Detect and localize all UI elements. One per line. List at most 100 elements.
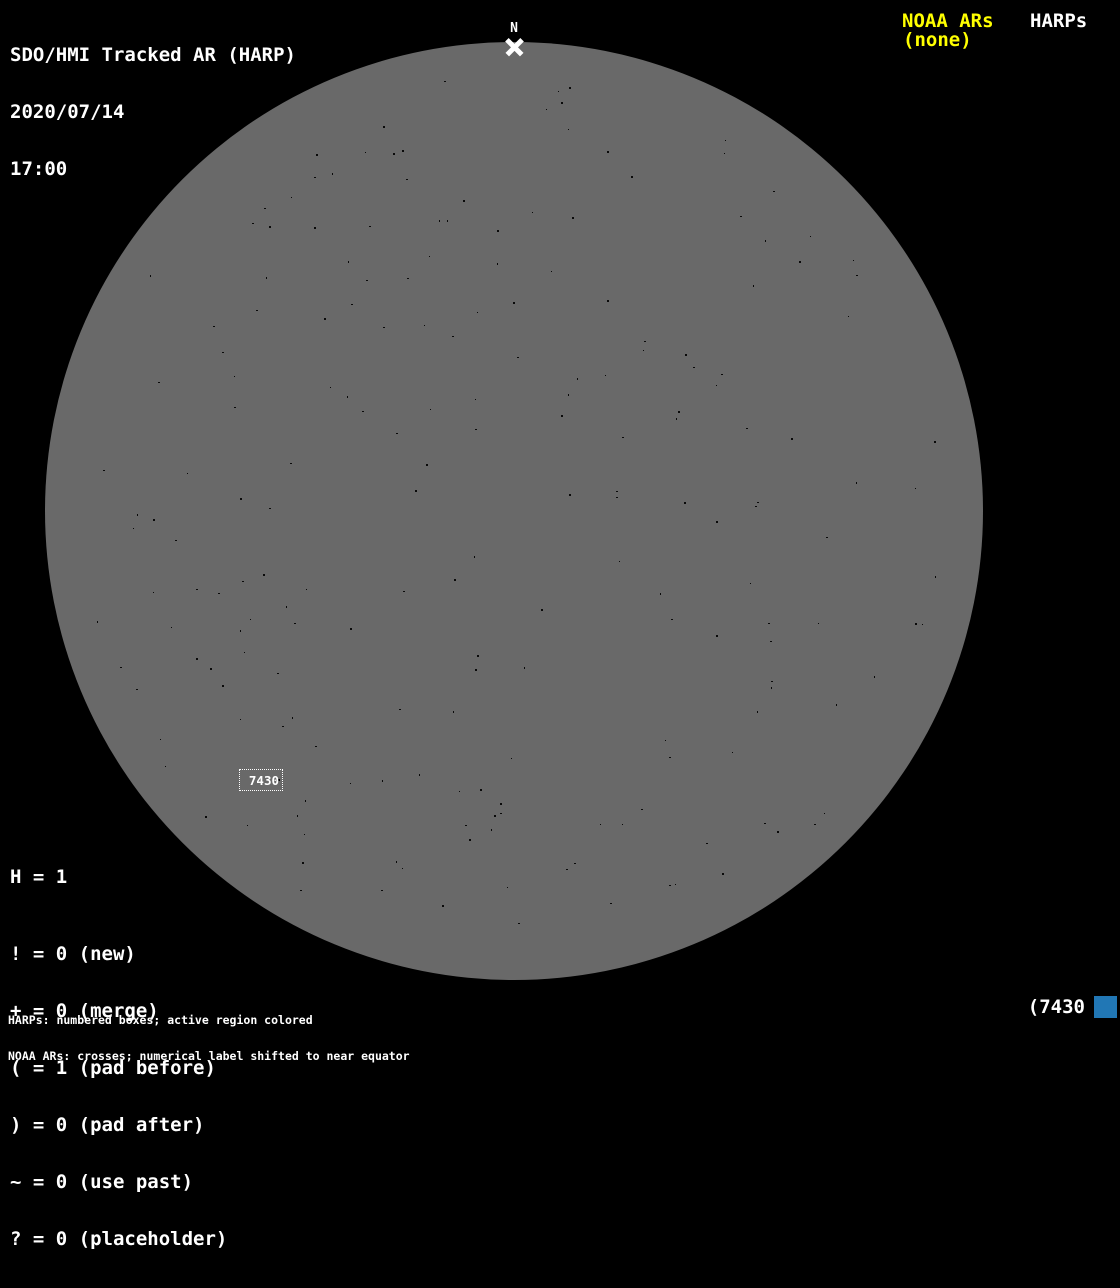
magnetic-speckle (218, 593, 220, 594)
magnetic-speckle (753, 285, 754, 287)
magnetic-speckle (205, 816, 207, 818)
magnetic-speckle (133, 528, 134, 529)
magnetic-speckle (561, 415, 563, 417)
observation-time: 17:00 (10, 158, 68, 180)
magnetic-speckle (480, 789, 482, 791)
legend-line-placeholder: ? = 0 (placeholder) (10, 1228, 228, 1250)
magnetic-speckle (396, 861, 397, 863)
magnetic-speckle (402, 150, 404, 152)
magnetic-speckle (716, 521, 718, 523)
magnetic-speckle (856, 275, 858, 276)
magnetic-speckle (757, 502, 759, 503)
magnetic-speckle (616, 497, 618, 498)
magnetic-speckle (814, 824, 816, 825)
magnetic-speckle (463, 200, 465, 202)
noaa-ars-none-value: (none) (903, 29, 972, 51)
harp-tracker-screen: { "header": { "title": "SDO/HMI Tracked … (0, 0, 1120, 1249)
magnetic-speckle (393, 153, 395, 155)
magnetic-speckle (294, 623, 296, 624)
magnetic-speckle (716, 385, 717, 386)
magnetic-speckle (600, 824, 601, 825)
magnetic-speckle (315, 746, 317, 747)
magnetic-speckle (777, 831, 779, 833)
magnetic-speckle (402, 868, 403, 869)
magnetic-speckle (222, 685, 224, 687)
magnetic-speckle (426, 464, 428, 466)
magnetic-speckle (175, 540, 177, 541)
magnetic-speckle (524, 667, 525, 669)
magnetic-speckle (607, 151, 609, 153)
magnetic-speckle (234, 376, 235, 377)
magnetic-speckle (474, 556, 475, 558)
magnetic-speckle (475, 399, 476, 400)
magnetic-speckle (469, 839, 471, 841)
harp-region-label: 7430 (248, 772, 279, 788)
magnetic-speckle (430, 409, 431, 410)
magnetic-speckle (770, 641, 772, 642)
magnetic-speckle (641, 809, 643, 810)
magnetic-speckle (366, 280, 368, 281)
magnetic-speckle (722, 873, 724, 875)
harps-caption: HARPs: numbered boxes; active region col… (8, 1013, 313, 1027)
magnetic-speckle (915, 623, 917, 625)
magnetic-speckle (643, 350, 644, 351)
magnetic-speckle (771, 687, 772, 689)
magnetic-speckle (494, 815, 496, 817)
magnetic-speckle (244, 652, 245, 653)
magnetic-speckle (442, 905, 444, 907)
magnetic-speckle (187, 473, 188, 474)
magnetic-speckle (383, 126, 385, 128)
magnetic-speckle (750, 583, 751, 584)
north-pole-marker: N (502, 22, 526, 57)
magnetic-speckle (616, 491, 618, 492)
magnetic-speckle (150, 275, 151, 277)
magnetic-speckle (256, 310, 258, 311)
magnetic-speckle (477, 655, 479, 657)
magnetic-speckle (765, 240, 766, 242)
magnetic-speckle (546, 109, 547, 110)
observation-date: 2020/07/14 (10, 101, 125, 123)
legend-line-new: ! = 0 (new) (10, 943, 136, 965)
magnetic-speckle (453, 711, 454, 713)
magnetic-speckle (771, 681, 773, 682)
magnetic-speckle (513, 302, 515, 304)
magnetic-speckle (810, 236, 811, 237)
magnetic-speckle (266, 277, 267, 279)
magnetic-speckle (764, 823, 766, 824)
magnetic-speckle (369, 226, 371, 227)
magnetic-speckle (382, 780, 383, 782)
magnetic-speckle (348, 261, 349, 263)
magnetic-speckle (250, 619, 251, 620)
magnetic-speckle (732, 752, 733, 753)
magnetic-speckle (836, 704, 837, 706)
magnetic-speckle (240, 630, 241, 632)
magnetic-speckle (277, 673, 279, 674)
magnetic-speckle (306, 589, 307, 590)
magnetic-speckle (158, 382, 160, 383)
app-title: SDO/HMI Tracked AR (HARP) (10, 44, 296, 66)
magnetic-speckle (568, 394, 569, 396)
magnetic-speckle (424, 325, 425, 326)
harp-list: (7430 (1028, 995, 1117, 1019)
magnetic-speckle (324, 318, 326, 320)
magnetic-speckle (511, 758, 512, 759)
magnetic-speckle (757, 711, 758, 713)
magnetic-speckle (365, 152, 366, 153)
magnetic-speckle (314, 227, 316, 229)
magnetic-speckle (383, 327, 385, 328)
magnetic-speckle (314, 177, 316, 178)
magnetic-speckle (768, 623, 770, 624)
magnetic-speckle (459, 791, 460, 792)
magnetic-speckle (137, 514, 138, 516)
magnetic-speckle (399, 709, 401, 710)
legend-line-use-past: ~ = 0 (use past) (10, 1171, 194, 1193)
magnetic-speckle (282, 726, 284, 727)
magnetic-speckle (240, 498, 242, 500)
magnetic-speckle (300, 890, 302, 891)
magnetic-speckle (644, 341, 646, 342)
magnetic-speckle (605, 375, 606, 376)
plot-area: N 7430 SDO/HMI Tracked AR (HARP) 2020/07… (0, 0, 1120, 1249)
magnetic-speckle (669, 885, 671, 886)
magnetic-speckle (500, 813, 502, 814)
magnetic-speckle (136, 689, 138, 690)
